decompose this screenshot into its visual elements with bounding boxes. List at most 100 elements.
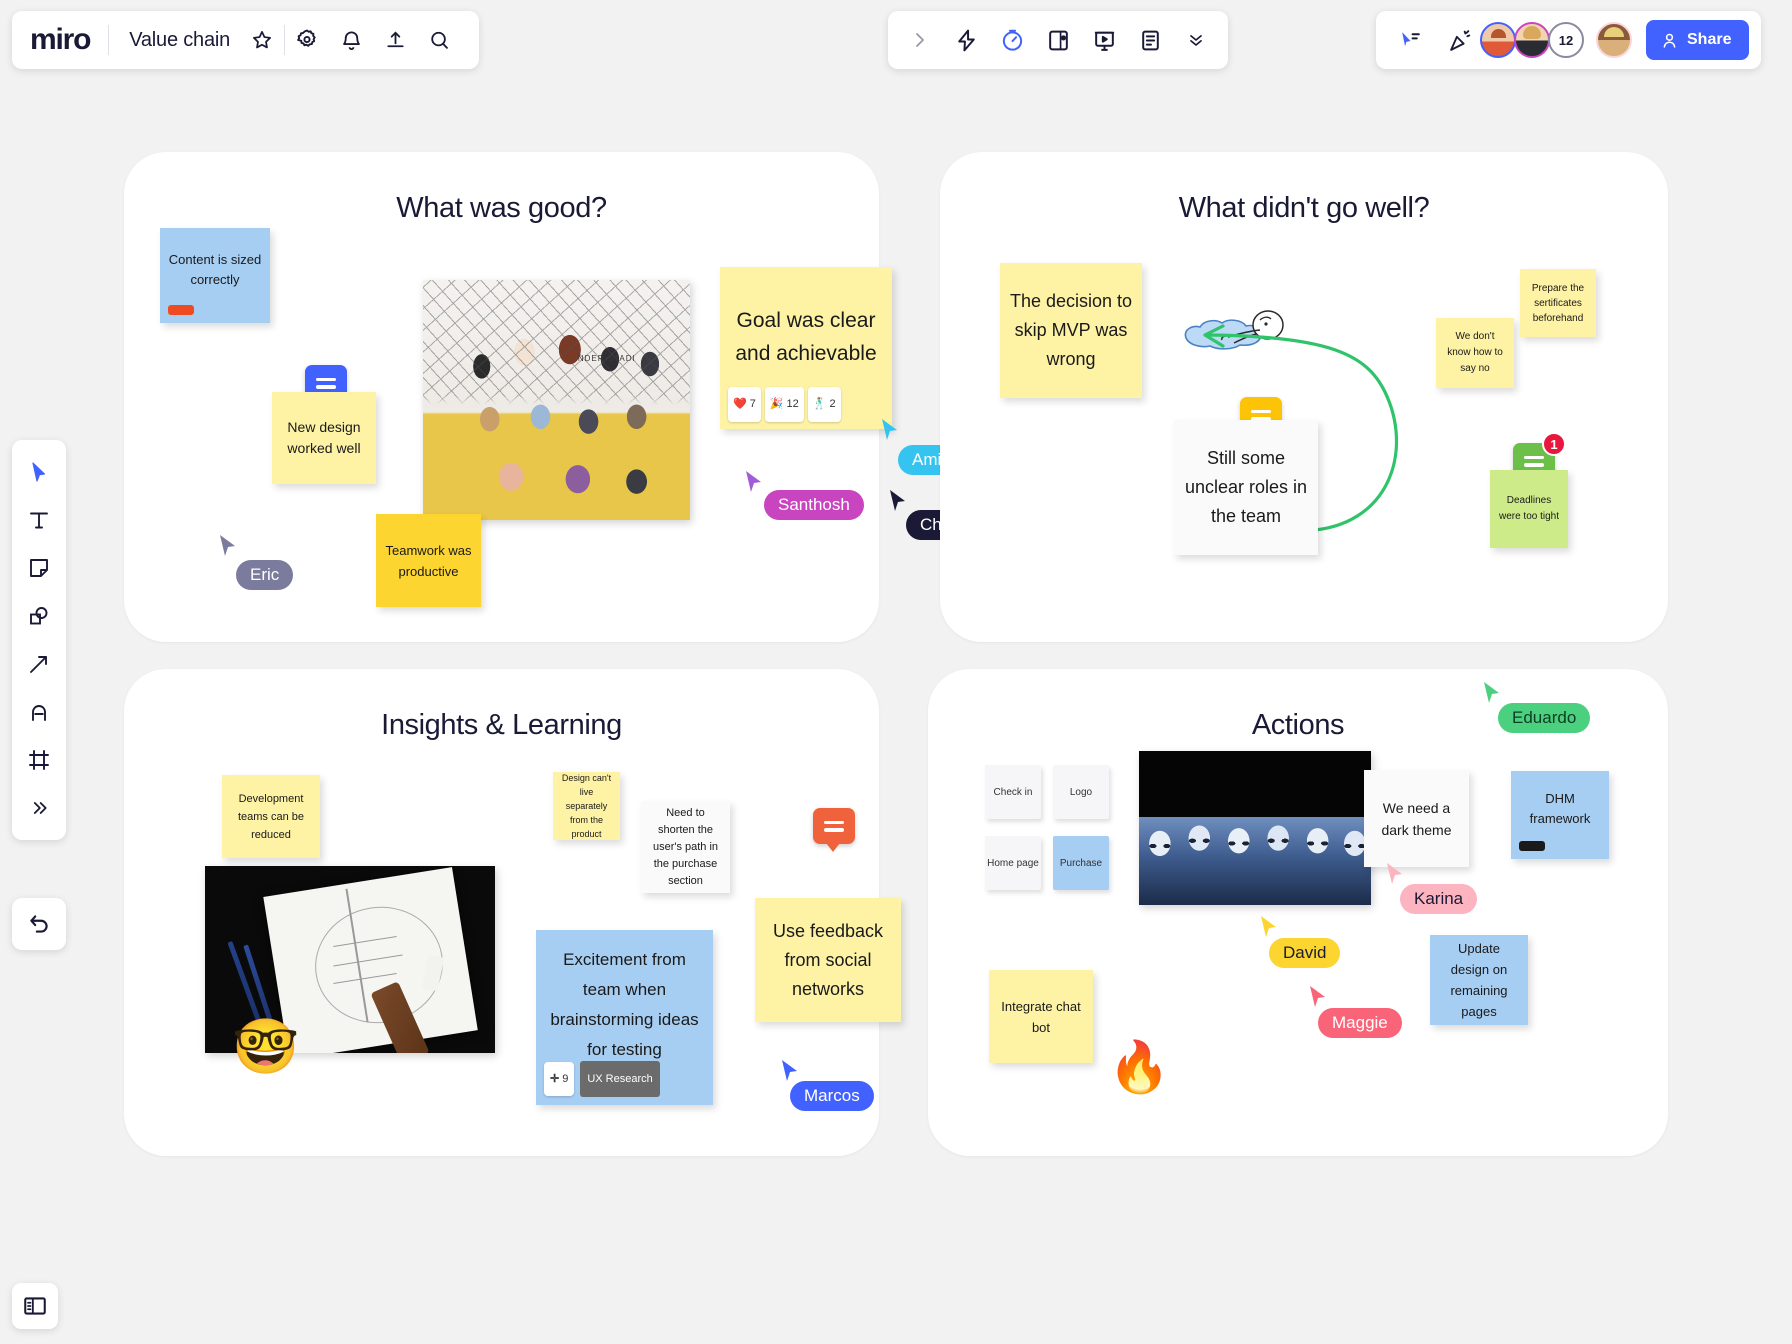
reaction-count: 12 — [786, 398, 799, 410]
share-label: Share — [1687, 31, 1732, 48]
panel-toggle-icon[interactable] — [12, 1283, 58, 1329]
document-icon[interactable] — [1128, 18, 1172, 62]
upload-icon[interactable] — [373, 18, 417, 62]
cursor-label: David — [1269, 938, 1341, 968]
avatar[interactable] — [1596, 22, 1632, 58]
more-tools-button[interactable] — [17, 786, 61, 830]
tag-chip[interactable]: UX Research — [580, 1061, 660, 1097]
sticky-text: We don't know how to say no — [1447, 331, 1503, 374]
reaction-count: 2 — [829, 398, 836, 410]
sticky-note[interactable]: Goal was clear and achievable ❤️ 7 🎉 12 … — [720, 267, 892, 429]
cursor-share-icon[interactable] — [1388, 18, 1432, 62]
sticky-note[interactable]: Still some unclear roles in the team — [1174, 420, 1318, 555]
sticky-note[interactable]: Teamwork was productive — [376, 514, 481, 607]
sticky-note[interactable]: We need a dark theme — [1364, 770, 1469, 867]
board-title[interactable]: Value chain — [109, 29, 240, 52]
sticky-text: Development teams can be reduced — [237, 792, 305, 841]
cursor-label: Eduardo — [1498, 703, 1591, 733]
apps-toolbar — [888, 11, 1228, 69]
sticky-text: Prepare the sertificates beforehand — [1531, 282, 1585, 324]
sticky-text: New design worked well — [287, 419, 361, 456]
timer-icon[interactable] — [990, 18, 1034, 62]
comment-bubble-icon[interactable] — [813, 808, 855, 852]
sticky-note[interactable]: New design worked well — [272, 392, 376, 484]
avatar[interactable] — [1480, 22, 1516, 58]
text-tool[interactable] — [17, 498, 61, 542]
mini-card[interactable]: Purchase — [1053, 836, 1109, 890]
select-tool[interactable] — [17, 450, 61, 494]
sticky-note[interactable]: The decision to skip MVP was wrong — [1000, 263, 1142, 398]
sticky-text: Integrate chat bot — [1001, 998, 1081, 1035]
sticky-note[interactable]: Use feedback from social networks — [755, 898, 901, 1022]
sticky-note[interactable]: Prepare the sertificates beforehand — [1520, 269, 1596, 337]
bell-icon[interactable] — [329, 18, 373, 62]
reaction-emoji: ❤️ — [733, 398, 747, 410]
celebrate-icon[interactable] — [1438, 18, 1482, 62]
reaction-chip[interactable]: ❤️ 7 — [728, 387, 761, 422]
sticky-note[interactable]: Need to shorten the user's path in the p… — [641, 801, 730, 893]
presentation-icon[interactable] — [1082, 18, 1126, 62]
sticky-text: We need a dark theme — [1381, 799, 1452, 838]
note-panel-icon[interactable] — [1036, 18, 1080, 62]
share-button[interactable]: Share — [1646, 20, 1750, 60]
sticky-note[interactable]: Design can't live separately from the pr… — [553, 772, 620, 840]
color-bar — [168, 305, 194, 315]
lightning-icon[interactable] — [944, 18, 988, 62]
sticky-note[interactable]: DHM framework — [1511, 771, 1609, 859]
fire-emoji: 🔥 — [1108, 1039, 1171, 1095]
reaction-count: 7 — [749, 398, 756, 410]
main-toolbar: miro Value chain — [12, 11, 480, 69]
team-group-photo[interactable]: NDER STADI — [423, 280, 690, 520]
sticky-text: DHM framework — [1529, 791, 1591, 826]
stormtroopers-photo[interactable] — [1139, 751, 1371, 905]
vote-count: 9 — [562, 1073, 569, 1085]
collaborator-count[interactable]: 12 — [1548, 22, 1584, 58]
star-icon[interactable] — [240, 18, 284, 62]
sticky-note[interactable]: Development teams can be reduced — [222, 775, 320, 858]
sticky-note[interactable]: We don't know how to say no — [1436, 318, 1514, 388]
mini-card[interactable]: Logo — [1053, 765, 1109, 819]
sticky-text: Content is sized correctly — [168, 251, 262, 287]
sticky-footer — [168, 305, 194, 315]
frame-title: What didn't go well? — [1178, 192, 1430, 224]
reaction-list: ❤️ 7 🎉 12 🕺 2 — [728, 387, 841, 422]
frame-title: Insights & Learning — [381, 709, 622, 741]
sticky-note-tool[interactable] — [17, 546, 61, 590]
sticky-note[interactable]: Content is sized correctly — [160, 228, 270, 323]
avatar[interactable] — [1514, 22, 1550, 58]
vote-count-chip[interactable]: ✛ 9 — [544, 1062, 575, 1096]
gear-icon[interactable] — [285, 18, 329, 62]
sticky-text: Deadlines were too tight — [1498, 495, 1560, 522]
reaction-chip[interactable]: 🕺 2 — [807, 387, 841, 422]
frame-actions[interactable]: Actions — [928, 669, 1668, 1156]
collaboration-toolbar: 12 Share — [1376, 11, 1762, 69]
chevron-right-icon[interactable] — [898, 18, 942, 62]
reaction-emoji: 🎉 — [769, 398, 784, 410]
sticky-text: Goal was clear and achievable — [735, 309, 877, 365]
shapes-tool[interactable] — [17, 594, 61, 638]
cursor-label: Marcos — [790, 1081, 874, 1111]
reaction-chip[interactable]: 🎉 12 — [764, 387, 804, 422]
nerd-face-emoji: 🤓 — [232, 1017, 300, 1077]
mini-card[interactable]: Check in — [985, 765, 1041, 819]
sticky-note[interactable]: Excitement from team when brainstorming … — [536, 930, 713, 1105]
mini-card[interactable]: Home page — [985, 836, 1041, 890]
cursor-label: Maggie — [1318, 1008, 1402, 1038]
chevrons-down-icon[interactable] — [1174, 18, 1218, 62]
undo-button[interactable] — [12, 898, 66, 950]
sticky-text: Teamwork was productive — [385, 542, 472, 579]
cursor-label: Karina — [1400, 884, 1478, 914]
sticky-note[interactable]: Update design on remaining pages — [1430, 935, 1528, 1025]
sticky-text: Update design on remaining pages — [1450, 941, 1508, 1019]
connection-line-tool[interactable] — [17, 642, 61, 686]
miro-logo[interactable]: miro — [30, 25, 108, 55]
frame-title: What was good? — [396, 192, 607, 224]
sticky-note[interactable]: Integrate chat bot — [989, 970, 1093, 1063]
sticky-note[interactable]: Deadlines were too tight — [1490, 470, 1568, 548]
notification-badge: 1 — [1542, 432, 1566, 456]
sticky-text: Design can't live separately from the pr… — [561, 773, 612, 839]
sticky-text: The decision to skip MVP was wrong — [1009, 291, 1133, 369]
pen-tool[interactable] — [17, 690, 61, 734]
frame-tool[interactable] — [17, 738, 61, 782]
search-icon[interactable] — [417, 18, 461, 62]
